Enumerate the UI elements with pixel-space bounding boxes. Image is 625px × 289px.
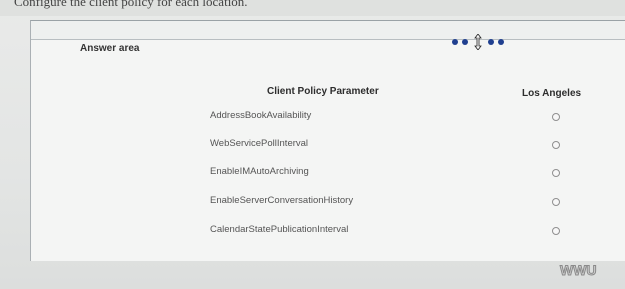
radio-button[interactable] [552, 198, 560, 206]
panel-top-bar [31, 21, 625, 40]
loading-indicator [452, 34, 504, 50]
loading-dot-icon [462, 39, 468, 45]
loading-dot-icon [452, 39, 458, 45]
table-row: CalendarStatePublicationInterval [210, 224, 610, 242]
radio-button[interactable] [552, 169, 560, 177]
radio-button[interactable] [552, 113, 560, 121]
column-header-location: Los Angeles [522, 88, 582, 99]
table-row: WebServicePollInterval [210, 138, 610, 156]
table-row: EnableIMAutoArchiving [210, 166, 610, 184]
top-strip: Configure the client policy for each loc… [0, 0, 625, 16]
table-row: EnableServerConversationHistory [210, 195, 610, 213]
table-row: AddressBookAvailability [210, 110, 610, 128]
loading-dot-icon [498, 39, 504, 45]
top-instruction-text: Configure the client policy for each loc… [14, 0, 248, 9]
resize-cursor-icon [474, 34, 482, 50]
loading-dot-icon [488, 39, 494, 45]
radio-button[interactable] [552, 227, 560, 235]
answer-area-title: Answer area [80, 43, 140, 54]
parameter-label: AddressBookAvailability [210, 110, 312, 121]
radio-button[interactable] [552, 141, 560, 149]
parameter-label: CalendarStatePublicationInterval [210, 224, 349, 235]
screen: Configure the client policy for each loc… [0, 0, 625, 289]
column-header-parameter: Client Policy Parameter [267, 86, 379, 97]
watermark-logo: WWU [560, 262, 598, 279]
parameter-label: EnableIMAutoArchiving [210, 166, 309, 177]
parameter-label: EnableServerConversationHistory [210, 195, 354, 206]
parameter-label: WebServicePollInterval [210, 138, 309, 149]
